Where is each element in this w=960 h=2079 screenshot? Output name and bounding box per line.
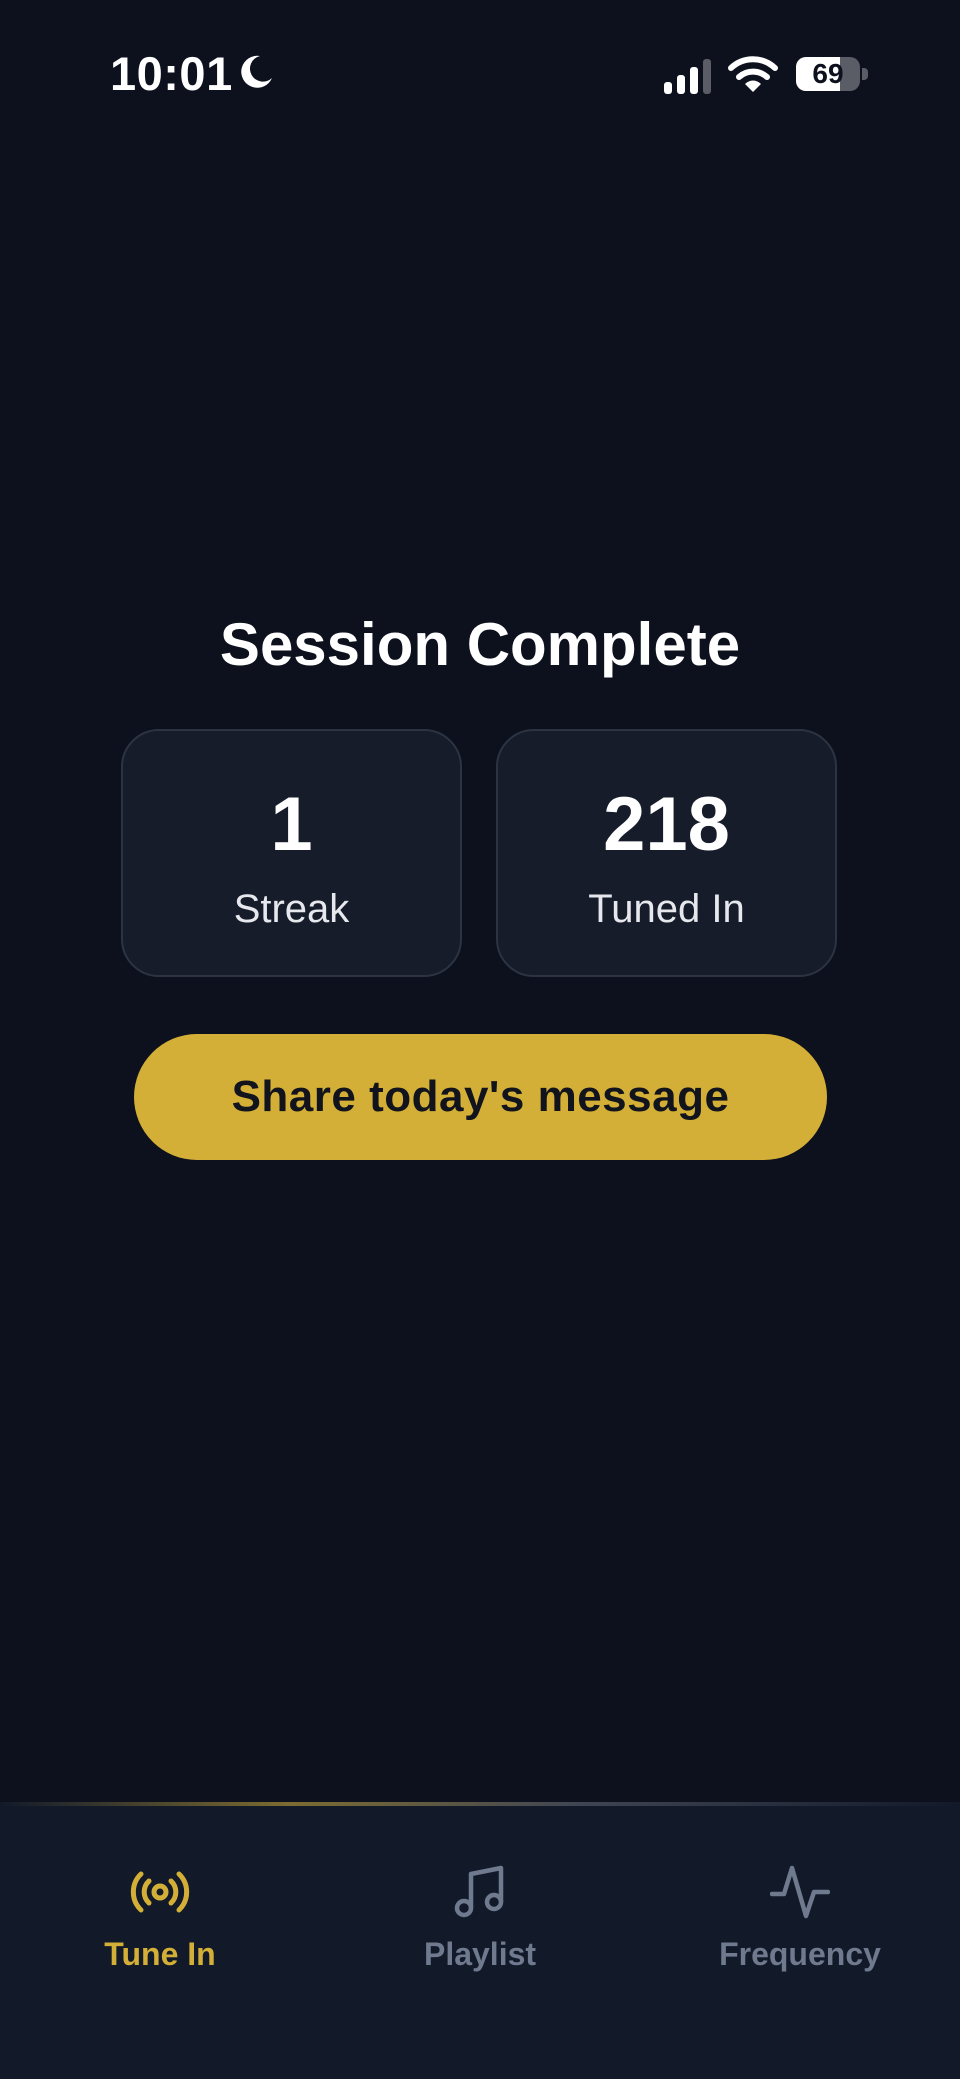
- moon-icon: [241, 55, 272, 88]
- streak-value: 1: [270, 782, 313, 867]
- tab-playlist-label: Playlist: [423, 1936, 537, 1972]
- tab-playlist[interactable]: Playlist: [320, 1850, 640, 1990]
- page-title: Session Complete: [219, 611, 741, 678]
- tab-tune-in-label: Tune In: [104, 1936, 216, 1972]
- battery-level: 69: [812, 58, 844, 89]
- streak-card: 1 Streak: [121, 729, 462, 977]
- tab-frequency-label: Frequency: [719, 1936, 881, 1972]
- broadcast-icon: [130, 1871, 190, 1913]
- tuned-in-value: 218: [603, 782, 730, 867]
- share-message-button[interactable]: Share today's message: [134, 1034, 827, 1160]
- tab-tune-in[interactable]: Tune In: [0, 1850, 320, 1990]
- signal-icon: [664, 59, 711, 94]
- tab-bar-divider: [0, 1802, 960, 1806]
- status-bar: 10:01 69: [0, 0, 960, 150]
- wifi-icon: [728, 56, 778, 92]
- tuned-in-card: 218 Tuned In: [496, 729, 837, 977]
- tab-frequency[interactable]: Frequency: [640, 1850, 960, 1990]
- battery-icon: 69: [796, 57, 868, 91]
- music-note-icon: [454, 1865, 504, 1918]
- pulse-icon: [770, 1865, 830, 1919]
- streak-label: Streak: [233, 887, 350, 931]
- tuned-in-label: Tuned In: [588, 887, 745, 931]
- session-complete-screen: 10:01 69 Session Complete 1 Streak 218 T…: [0, 0, 960, 2079]
- tab-bar: Tune In Playlist Frequency: [0, 1802, 960, 2079]
- status-time: 10:01: [110, 47, 233, 100]
